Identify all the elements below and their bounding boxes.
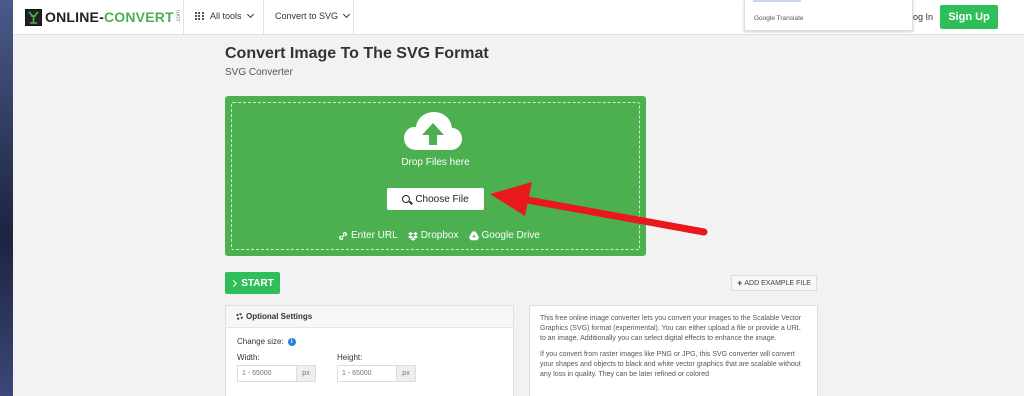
page-subtitle: SVG Converter xyxy=(225,67,293,78)
sign-up-button[interactable]: Sign Up xyxy=(940,5,998,29)
red-annotation-arrow xyxy=(490,182,708,236)
google-translate-popup[interactable]: Google Translate xyxy=(744,0,913,31)
height-field-group: px xyxy=(337,365,416,382)
logo-tld: .com xyxy=(175,10,182,24)
convert-to-label: Convert to SVG xyxy=(275,11,339,21)
enter-url-label: Enter URL xyxy=(351,230,398,241)
height-input[interactable] xyxy=(337,365,396,382)
convert-to-menu[interactable]: Convert to SVG xyxy=(275,10,351,21)
nav-divider xyxy=(263,0,264,35)
plus-icon: + xyxy=(737,278,743,288)
desktop-background-strip xyxy=(0,0,13,396)
height-unit: px xyxy=(396,365,416,382)
chevron-right-icon xyxy=(230,279,238,287)
site-logo[interactable]: ONLINE-CONVERT .com xyxy=(25,8,182,26)
all-tools-menu[interactable]: All tools xyxy=(195,10,254,21)
grid-icon xyxy=(195,11,204,21)
translate-tab-indicator xyxy=(753,0,801,2)
start-button[interactable]: START xyxy=(225,272,280,294)
height-label: Height: xyxy=(337,353,363,362)
description-paragraph: If you convert from raster images like P… xyxy=(540,351,801,378)
width-unit: px xyxy=(296,365,316,382)
gear-icon xyxy=(236,313,243,320)
google-translate-label: Google Translate xyxy=(754,15,804,22)
enter-url-link[interactable]: Enter URL xyxy=(338,230,398,241)
dropbox-label: Dropbox xyxy=(420,230,459,241)
dropbox-icon xyxy=(407,231,418,241)
change-size-label: Change size: xyxy=(237,337,284,346)
optional-settings-header[interactable]: Optional Settings xyxy=(226,306,513,328)
login-link[interactable]: og In xyxy=(913,12,933,22)
all-tools-label: All tools xyxy=(210,11,242,21)
start-label: START xyxy=(241,277,274,289)
link-icon xyxy=(339,231,347,240)
cloud-upload-icon xyxy=(404,112,462,150)
description-paragraph: This free online image converter lets yo… xyxy=(540,315,802,342)
width-label: Width: xyxy=(237,353,260,362)
optional-settings-panel: Optional Settings Change size: i Width: … xyxy=(225,305,514,396)
page-title: Convert Image To The SVG Format xyxy=(225,45,489,62)
width-field-group: px xyxy=(237,365,316,382)
search-icon xyxy=(402,194,411,203)
dropbox-link[interactable]: Dropbox xyxy=(407,230,459,241)
optional-settings-title: Optional Settings xyxy=(246,312,313,321)
drop-files-text: Drop Files here xyxy=(401,157,470,168)
add-example-file-button[interactable]: + ADD EXAMPLE FILE xyxy=(731,275,817,291)
logo-mark-icon xyxy=(25,8,42,26)
nav-divider xyxy=(183,0,184,35)
converter-description: This free online image converter lets yo… xyxy=(529,305,818,396)
info-icon[interactable]: i xyxy=(287,337,296,346)
add-example-label: ADD EXAMPLE FILE xyxy=(744,279,811,287)
nav-divider xyxy=(353,0,354,35)
change-size-row: Change size: i xyxy=(237,337,296,346)
width-input[interactable] xyxy=(237,365,296,382)
chevron-down-icon xyxy=(342,10,351,19)
chevron-down-icon xyxy=(246,10,254,19)
choose-file-label: Choose File xyxy=(415,193,469,205)
logo-text: ONLINE-CONVERT xyxy=(45,9,174,25)
